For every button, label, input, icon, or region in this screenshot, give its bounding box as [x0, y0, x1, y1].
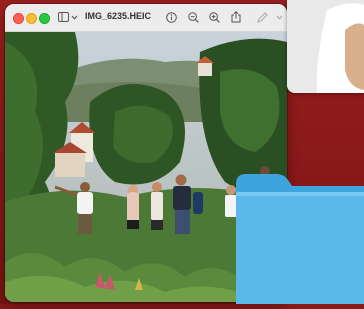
share-icon[interactable]	[230, 9, 242, 25]
window-title: IMG_6235.HEIC	[85, 11, 152, 21]
sidebar-icon[interactable]	[57, 9, 69, 25]
chevron-down-icon[interactable]	[70, 9, 78, 25]
markup-pen-icon[interactable]	[256, 9, 268, 25]
zoom-in-icon[interactable]	[208, 9, 220, 25]
markup-chevron-icon[interactable]	[275, 9, 283, 25]
close-button[interactable]	[13, 13, 24, 24]
folder-icon[interactable]	[236, 168, 364, 304]
minimize-button[interactable]	[26, 13, 37, 24]
info-icon[interactable]	[165, 9, 177, 25]
screenshot-thumbnail-preview[interactable]	[287, 0, 364, 93]
title-bar[interactable]: IMG_6235.HEIC	[5, 4, 287, 32]
zoom-out-icon[interactable]	[187, 9, 199, 25]
thumbnail-image	[287, 0, 364, 93]
fullscreen-button[interactable]	[39, 13, 50, 24]
